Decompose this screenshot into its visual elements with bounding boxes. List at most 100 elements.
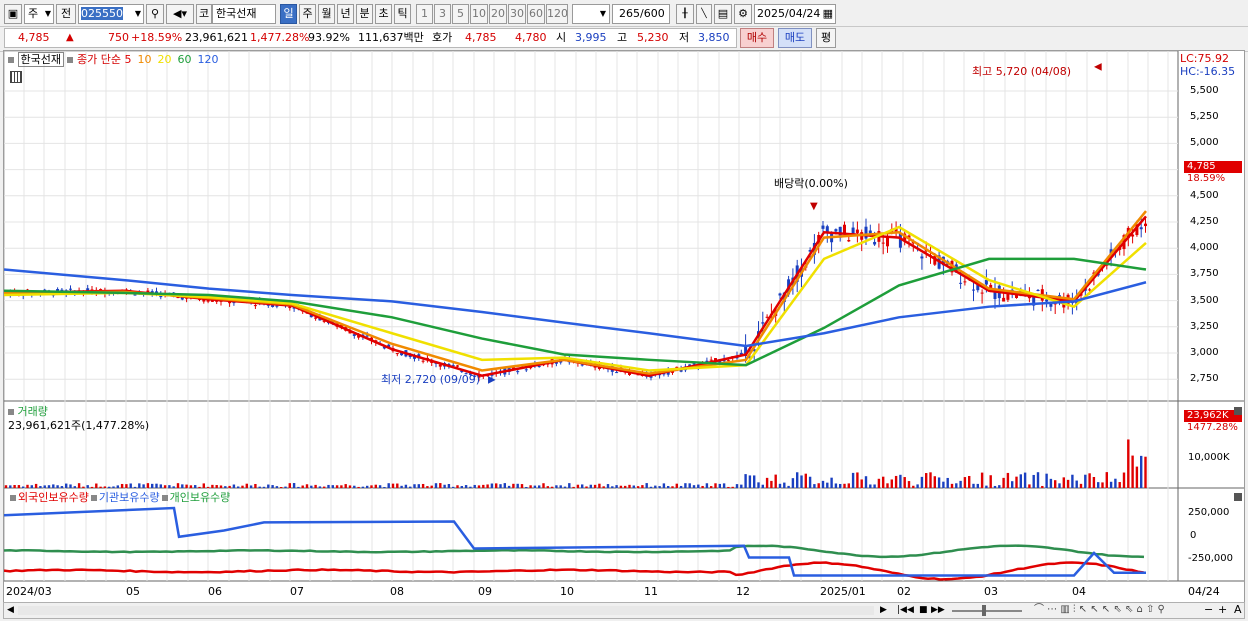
holding-series-1[interactable]: 기관보유수량 (99, 491, 160, 504)
next-page-icon[interactable]: ▶▶ (931, 601, 945, 619)
volume-bar (619, 485, 623, 488)
low-annotation: 최저 2,720 (09/09) (381, 373, 481, 386)
legend-ma-5[interactable]: 5 (124, 53, 131, 66)
zoom-in-icon[interactable]: + (1218, 601, 1227, 619)
volume-bar (598, 483, 601, 488)
candle-chart-icon[interactable]: ▣ (4, 4, 22, 24)
volume-bar (318, 486, 322, 488)
legend-ma-10[interactable]: 10 (137, 53, 151, 66)
volume-bar (155, 483, 158, 488)
volume-bar (1041, 485, 1044, 488)
scroll-right-icon[interactable]: ▶ (880, 601, 887, 619)
candle-body (288, 306, 292, 309)
sell-button[interactable]: 매도 (778, 28, 812, 48)
volume-bar (90, 486, 94, 488)
price-tick-label: 4,500 (1190, 189, 1219, 201)
candle-body (1088, 289, 1092, 291)
candle-body (537, 365, 541, 368)
prev-button[interactable]: 전 (56, 4, 76, 24)
interval-button-120[interactable]: 120 (546, 4, 568, 24)
period-tab-4[interactable]: 분 (356, 4, 373, 24)
eval-button[interactable]: 평 (816, 28, 836, 48)
volume-bar (430, 485, 433, 488)
volume-bar (641, 485, 644, 488)
high-annotation: 최고 5,720 (04/08) (972, 65, 1072, 78)
volume-bar (976, 483, 979, 488)
legend-ma-label[interactable]: 종가 단순 (77, 53, 121, 66)
interval-button-10[interactable]: 10 (470, 4, 488, 24)
volume-bar (185, 484, 188, 488)
gear-icon[interactable]: ⚙ (734, 4, 752, 24)
interval-button-20[interactable]: 20 (489, 4, 507, 24)
volume-bar (366, 485, 369, 488)
zoom-slider[interactable] (952, 610, 1022, 612)
volume-bar (839, 483, 842, 488)
period-tab-3[interactable]: 년 (337, 4, 354, 24)
volume-bar (903, 477, 906, 488)
candle-type-icon[interactable]: ╂ (676, 4, 694, 24)
save-icon[interactable]: ▤ (714, 4, 732, 24)
volume-bar (585, 486, 588, 488)
legend-ma-120[interactable]: 120 (197, 53, 218, 66)
period-tab-6[interactable]: 틱 (394, 4, 411, 24)
interval-button-3[interactable]: 3 (434, 4, 451, 24)
stock-code-input[interactable]: 025550 ▼ (78, 4, 144, 24)
interval-button-5[interactable]: 5 (452, 4, 469, 24)
open-label: 시 (556, 31, 567, 44)
interval-dropdown[interactable]: ▼ (572, 4, 610, 24)
panel-close-icon[interactable] (1234, 493, 1242, 501)
speaker-icon[interactable]: ◀▾ (166, 4, 194, 24)
period-type-select[interactable]: 주 ▼ (24, 4, 54, 24)
chart-scrollbar[interactable]: ◀ ▶ |◀◀ ■ ▶▶ ⌒ ⋯ ▥ ⫶ ↖ ↖ ↖ ⇖ ⇖ ⌂ ⇧ ⚲ − +… (3, 602, 1245, 619)
zoom-out-icon[interactable]: − (1204, 601, 1213, 619)
date-input[interactable]: 2025/04/24 ▦ (754, 4, 836, 24)
drawing-tools-icon[interactable]: ⌒ ⋯ ▥ ⫶ ↖ ↖ ↖ ⇖ ⇖ ⌂ ⇧ ⚲ (1034, 601, 1165, 619)
stock-name-field[interactable]: 한국선재 (212, 4, 276, 24)
zoom-slider-thumb[interactable] (982, 605, 986, 616)
settings-grid-icon[interactable] (10, 71, 22, 83)
panel-close-icon[interactable] (1234, 407, 1242, 415)
holding-series-0[interactable]: 외국인보유수량 (18, 491, 89, 504)
holding-series-2[interactable]: 개인보유수량 (170, 491, 231, 504)
volume-bar (43, 485, 46, 488)
scroll-left-icon[interactable]: ◀ (7, 601, 14, 619)
volume-bar (765, 477, 769, 488)
period-tab-0[interactable]: 일 (280, 4, 297, 24)
interval-button-1[interactable]: 1 (416, 4, 433, 24)
volume-bar (933, 476, 936, 488)
interval-button-60[interactable]: 60 (527, 4, 545, 24)
volume-bar (830, 477, 833, 488)
auto-scale-icon[interactable]: A (1234, 601, 1242, 619)
volume-bar (271, 485, 274, 488)
volume-bar (267, 484, 270, 488)
volume-bar (955, 483, 958, 488)
volume-bar (262, 486, 266, 488)
buy-button[interactable]: 매수 (740, 28, 774, 48)
candle-body (761, 322, 765, 324)
scroll-track[interactable] (18, 606, 874, 615)
legend-ma-20[interactable]: 20 (157, 53, 171, 66)
legend-stock-name[interactable]: 한국선재 (17, 52, 64, 67)
volume-title[interactable]: 거래량 (18, 405, 48, 418)
period-tab-1[interactable]: 주 (299, 4, 316, 24)
volume-bar (671, 486, 674, 488)
price-tick-label: 2,750 (1190, 373, 1219, 385)
legend-ma-60[interactable]: 60 (177, 53, 191, 66)
period-tab-2[interactable]: 월 (318, 4, 335, 24)
line-tool-icon[interactable]: ╲ (696, 4, 712, 24)
chart-canvas[interactable]: ◀ ▶ ▼ (4, 51, 1244, 602)
stop-icon[interactable]: ■ (919, 601, 928, 619)
volume-bar (1049, 478, 1053, 488)
first-page-icon[interactable]: |◀◀ (897, 601, 914, 619)
interval-button-30[interactable]: 30 (508, 4, 526, 24)
volume-bar (288, 483, 291, 488)
volume-bar (219, 485, 223, 488)
time-tick-label: 08 (390, 585, 404, 598)
current-price: 4,785 (18, 31, 50, 44)
chart-area[interactable]: ◀ ▶ ▼ 한국선재 종가 단순 5 10 20 60 120 LC:75.92 HC:-1… (3, 50, 1245, 603)
open-price: 3,995 (575, 31, 607, 44)
period-tab-5[interactable]: 초 (375, 4, 392, 24)
search-icon[interactable]: ⚲ (146, 4, 164, 24)
count-input[interactable]: 265/600 (612, 4, 670, 24)
volume-bar (421, 483, 425, 488)
